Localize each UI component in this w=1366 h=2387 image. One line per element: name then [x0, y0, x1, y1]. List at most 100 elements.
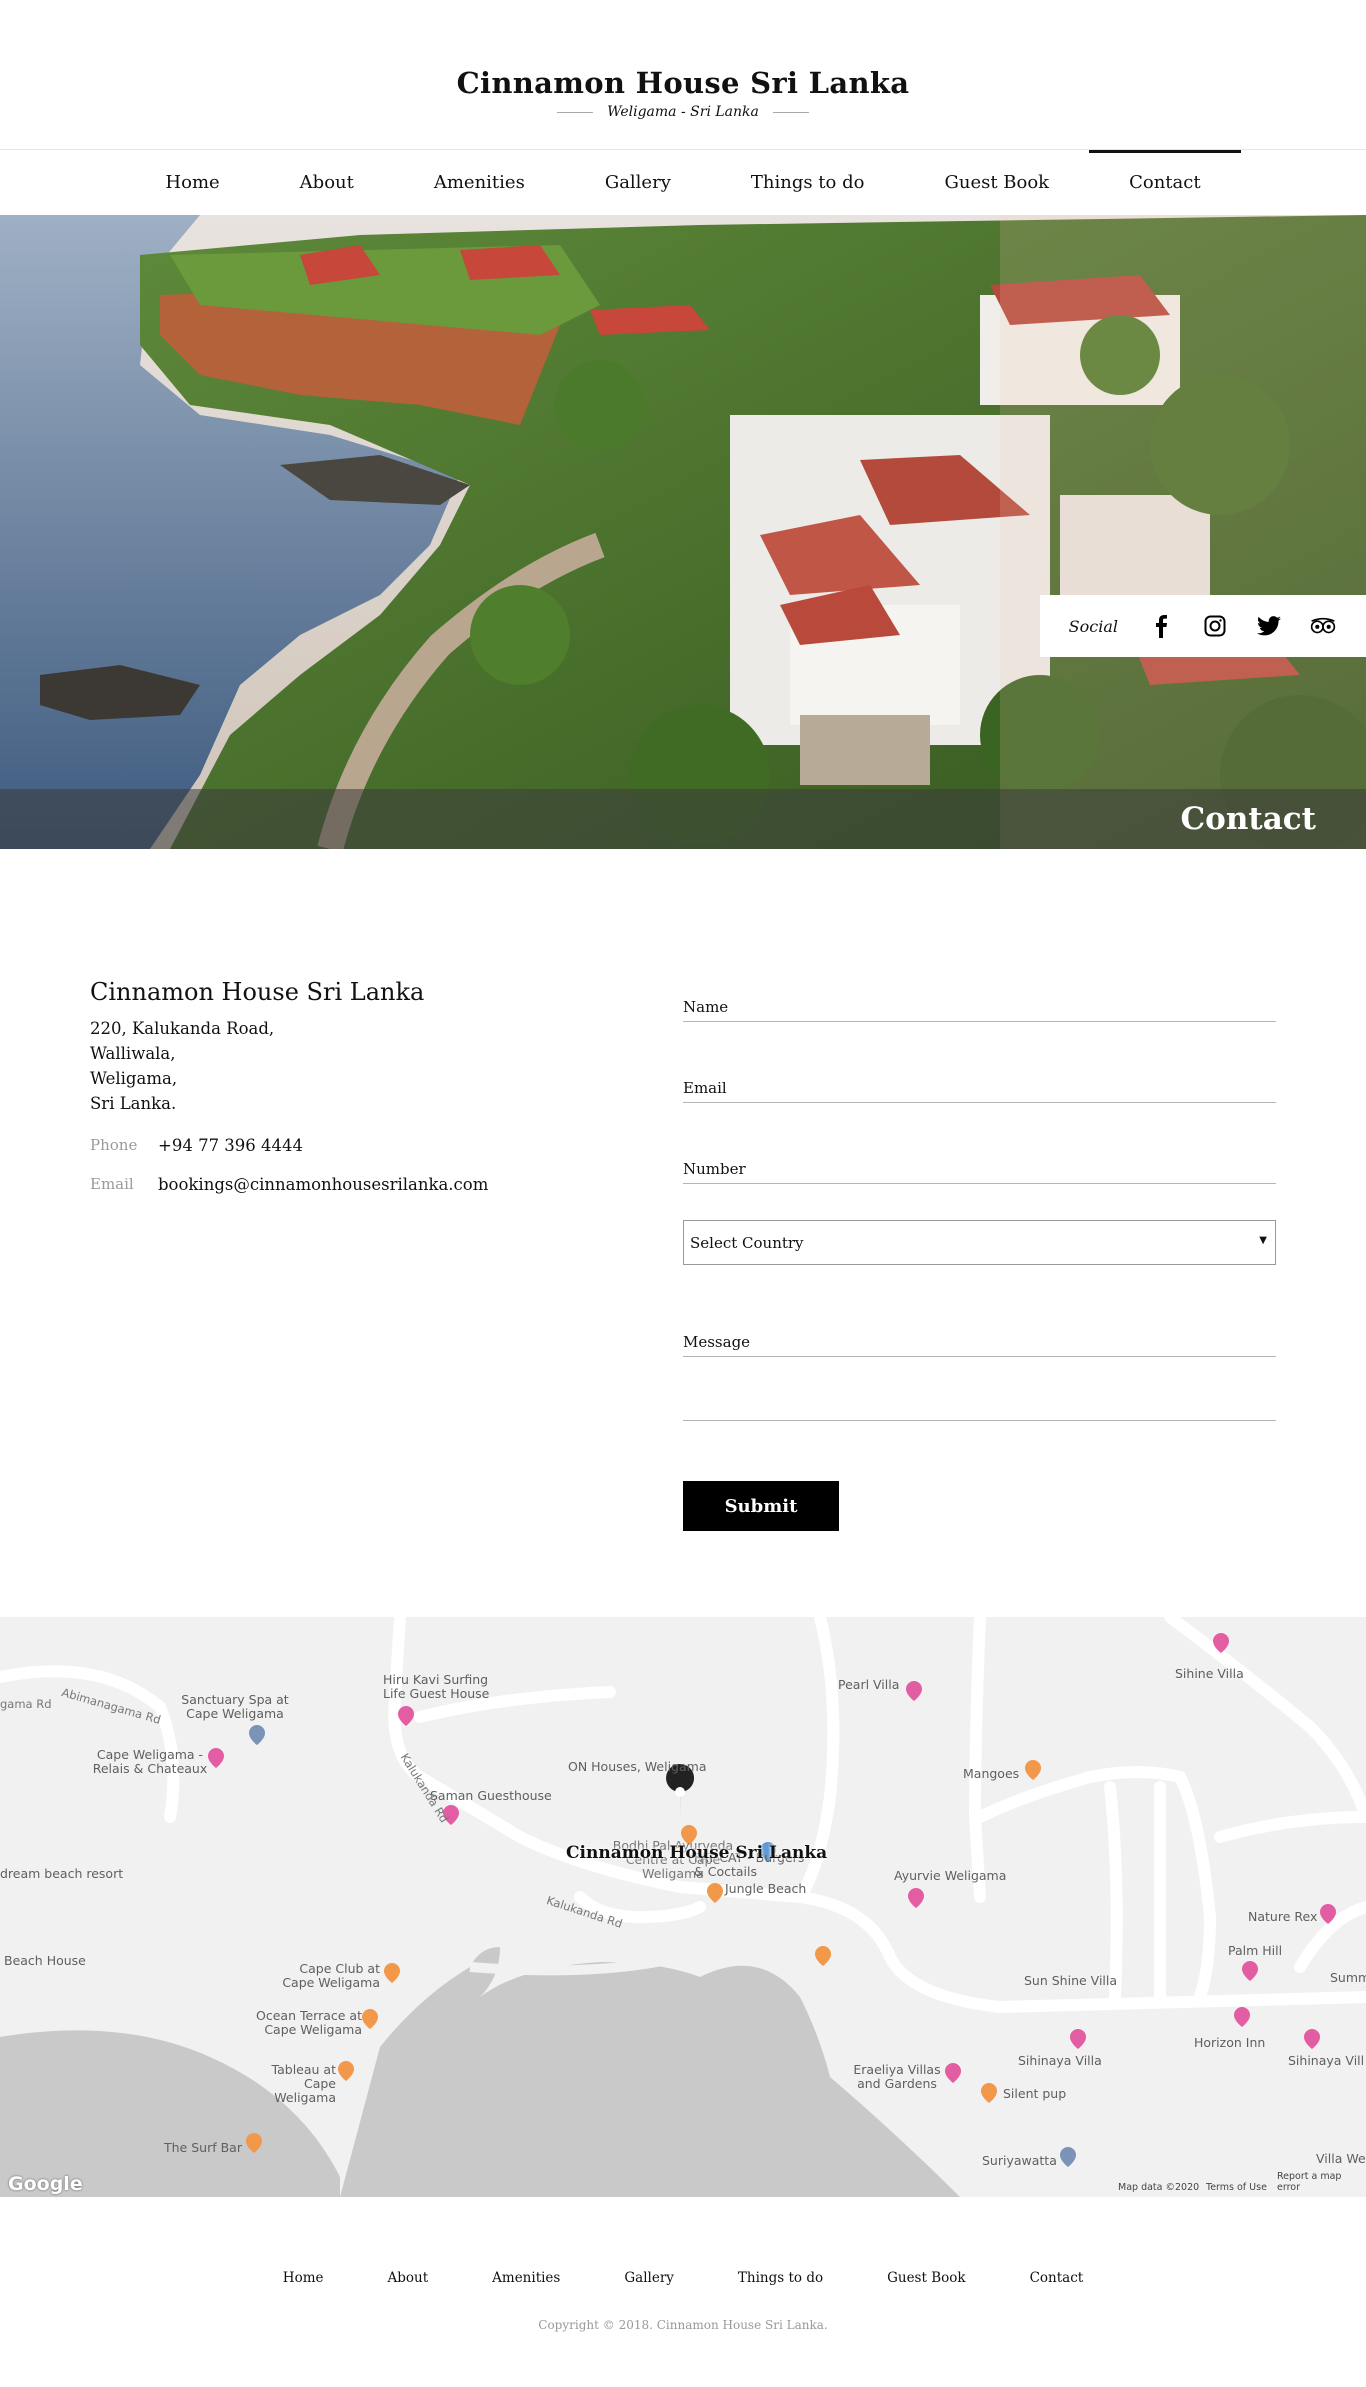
- footer-contact[interactable]: Contact: [998, 2270, 1116, 2286]
- map-place-label: Suriyawatta: [982, 2153, 1057, 2168]
- number-label: Number: [683, 1160, 746, 1178]
- hero-title: Contact: [1180, 801, 1317, 837]
- restaurant-pin-icon[interactable]: [981, 2083, 997, 2103]
- instagram-icon[interactable]: [1202, 613, 1228, 639]
- map-place-label: Tableau at Cape Weligama: [271, 2062, 336, 2105]
- country-select[interactable]: Select Country ▼: [683, 1220, 1276, 1265]
- nav-contact[interactable]: Contact: [1089, 150, 1242, 215]
- address-block: Cinnamon House Sri Lanka 220, Kalukanda …: [90, 978, 610, 1194]
- name-label: Name: [683, 998, 729, 1016]
- social-label: Social: [1068, 616, 1118, 636]
- tripadvisor-icon[interactable]: [1310, 613, 1336, 639]
- tagline-wrap: Weligama - Sri Lanka: [0, 104, 1366, 120]
- social-bar: Social: [1040, 595, 1366, 657]
- tagline-divider-left: [557, 111, 594, 113]
- map-report-link[interactable]: Report a map error: [1277, 2171, 1366, 2193]
- hotel-pin-icon[interactable]: [1320, 1904, 1336, 1924]
- hotel-pin-icon[interactable]: [208, 1748, 224, 1768]
- nav-guest-book[interactable]: Guest Book: [904, 150, 1089, 215]
- main-nav: Home About Amenities Gallery Things to d…: [0, 150, 1366, 215]
- nav-about[interactable]: About: [260, 150, 394, 215]
- submit-button[interactable]: Submit: [683, 1481, 839, 1531]
- map-place-label: Sanctuary Spa at Cape Weligama: [181, 1692, 289, 1721]
- map-place-label: Mangoes: [963, 1766, 1020, 1781]
- map-place-label: Hiru Kavi Surfing Life Guest House: [383, 1672, 490, 1701]
- footer-home[interactable]: Home: [251, 2270, 356, 2286]
- footer-nav: Home About Amenities Gallery Things to d…: [0, 2270, 1366, 2286]
- restaurant-pin-icon[interactable]: [384, 1963, 400, 1983]
- restaurant-pin-icon[interactable]: [815, 1946, 831, 1966]
- message-field[interactable]: Message: [683, 1325, 1276, 1357]
- phone-value[interactable]: +94 77 396 4444: [158, 1136, 303, 1155]
- restaurant-pin-icon[interactable]: [246, 2133, 262, 2153]
- number-field[interactable]: Number: [683, 1152, 1276, 1184]
- email-field[interactable]: Email: [683, 1071, 1276, 1103]
- hotel-pin-icon[interactable]: [1070, 2029, 1086, 2049]
- address-name: Cinnamon House Sri Lanka: [90, 978, 425, 1006]
- brand-title[interactable]: Cinnamon House Sri Lanka: [0, 66, 1366, 100]
- name-field[interactable]: Name: [683, 990, 1276, 1022]
- map-place-label: Jungle Beach: [725, 1881, 807, 1896]
- restaurant-pin-icon[interactable]: [707, 1883, 723, 1903]
- map-place-label: Summ: [1330, 1970, 1366, 1985]
- map-road-label: gama Rd: [0, 1697, 52, 1711]
- map-place-label: Silent pup: [1003, 2086, 1067, 2101]
- map-place-label: Beach House: [4, 1953, 86, 1968]
- address-line: 220, Kalukanda Road,: [90, 1019, 275, 1038]
- google-logo[interactable]: Google: [8, 2173, 83, 2195]
- email-field-label: Email: [683, 1079, 727, 1097]
- footer-things-to-do[interactable]: Things to do: [706, 2270, 855, 2286]
- map-place-label: Cape Weligama - Relais & Chateaux: [92, 1747, 208, 1776]
- footer-amenities[interactable]: Amenities: [460, 2270, 592, 2286]
- tagline-divider-right: [772, 111, 809, 113]
- map-place-label: Nature Rex: [1248, 1909, 1318, 1924]
- map-terms-link[interactable]: Terms of Use: [1206, 2182, 1267, 2193]
- footer-about[interactable]: About: [356, 2270, 461, 2286]
- poi-pin-icon[interactable]: [249, 1725, 265, 1745]
- hotel-pin-icon[interactable]: [1213, 1633, 1229, 1653]
- tagline: Weligama - Sri Lanka: [607, 104, 759, 120]
- message-underline: [683, 1420, 1276, 1421]
- hero-image: [0, 215, 1366, 849]
- map-place-label: Villa We: [1316, 2151, 1366, 2166]
- location-map[interactable]: Sihine Villa Pearl Villa Hiru Kavi Surfi…: [0, 1617, 1366, 2197]
- chevron-down-icon: ▼: [1259, 1235, 1267, 1246]
- map-place-label: Pearl Villa: [838, 1677, 900, 1692]
- map-place-label: Ayurvie Weligama: [894, 1868, 1007, 1883]
- nav-things-to-do[interactable]: Things to do: [711, 150, 905, 215]
- address-line: Sri Lanka.: [90, 1094, 177, 1113]
- address-line: Walliwala,: [90, 1044, 176, 1063]
- hotel-pin-icon[interactable]: [906, 1681, 922, 1701]
- map-place-label: Eraeliya Villas and Gardens: [853, 2062, 941, 2091]
- hotel-pin-icon[interactable]: [945, 2063, 961, 2083]
- map-place-label: Sihinaya Vill: [1288, 2053, 1365, 2068]
- restaurant-pin-icon[interactable]: [362, 2009, 378, 2029]
- poi-pin-icon[interactable]: [1060, 2147, 1076, 2167]
- nav-amenities[interactable]: Amenities: [394, 150, 565, 215]
- facebook-icon[interactable]: [1148, 613, 1174, 639]
- nav-gallery[interactable]: Gallery: [565, 150, 711, 215]
- map-place-label: Sun Shine Villa: [1024, 1973, 1118, 1988]
- footer-gallery[interactable]: Gallery: [592, 2270, 706, 2286]
- twitter-icon[interactable]: [1256, 613, 1282, 639]
- phone-row: Phone +94 77 396 4444: [90, 1136, 610, 1155]
- restaurant-pin-icon[interactable]: [1025, 1760, 1041, 1780]
- map-place-label: Palm Hill: [1228, 1943, 1283, 1958]
- hotel-pin-icon[interactable]: [1242, 1961, 1258, 1981]
- email-label: Email: [90, 1175, 134, 1193]
- hotel-pin-icon[interactable]: [1234, 2007, 1250, 2027]
- map-place-label: Ocean Terrace at Cape Weligama: [256, 2008, 362, 2037]
- map-place-label: ON Houses, Weligama: [568, 1759, 707, 1774]
- email-row: Email bookings@cinnamonhousesrilanka.com: [90, 1175, 610, 1194]
- map-place-label: Sihine Villa: [1175, 1666, 1244, 1681]
- nav-home[interactable]: Home: [125, 150, 259, 215]
- map-marker-title: Cinnamon House Sri Lanka: [566, 1843, 828, 1863]
- email-value[interactable]: bookings@cinnamonhousesrilanka.com: [158, 1175, 488, 1194]
- hotel-pin-icon[interactable]: [1304, 2029, 1320, 2049]
- hotel-pin-icon[interactable]: [398, 1706, 414, 1726]
- footer-guest-book[interactable]: Guest Book: [855, 2270, 997, 2286]
- site-header: Cinnamon House Sri Lanka Weligama - Sri …: [0, 0, 1366, 150]
- restaurant-pin-icon[interactable]: [338, 2061, 354, 2081]
- hotel-pin-icon[interactable]: [908, 1888, 924, 1908]
- address-line: Weligama,: [90, 1069, 178, 1088]
